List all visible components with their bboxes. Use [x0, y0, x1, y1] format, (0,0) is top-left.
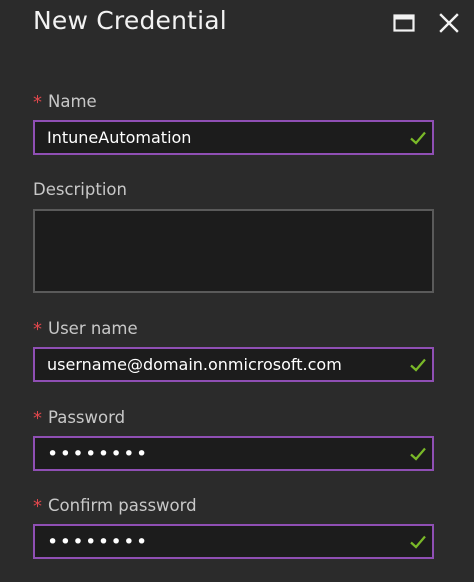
username-field[interactable] — [33, 347, 434, 382]
name-label: * Name — [33, 91, 97, 113]
description-input[interactable] — [35, 211, 432, 291]
new-credential-blade: New Credential * Name Description * User n… — [0, 0, 474, 582]
username-label: * User name — [33, 318, 138, 340]
required-asterisk: * — [33, 496, 42, 517]
maximize-button[interactable] — [391, 10, 417, 36]
confirm-password-label: * Confirm password — [33, 495, 197, 517]
password-label-text: Password — [48, 408, 126, 427]
checkmark-icon — [410, 535, 426, 549]
close-button[interactable] — [436, 10, 462, 36]
maximize-icon — [393, 14, 415, 32]
confirm-password-field[interactable]: •••••••• — [33, 524, 434, 559]
description-label: Description — [33, 180, 127, 199]
confirm-password-label-text: Confirm password — [48, 496, 197, 515]
username-input[interactable] — [35, 349, 432, 380]
username-label-text: User name — [48, 319, 138, 338]
name-field[interactable] — [33, 120, 434, 155]
close-icon — [439, 13, 459, 33]
confirm-password-masked-value: •••••••• — [47, 530, 149, 553]
required-asterisk: * — [33, 408, 42, 429]
description-field[interactable] — [33, 209, 434, 293]
checkmark-icon — [410, 131, 426, 145]
checkmark-icon — [410, 358, 426, 372]
name-label-text: Name — [48, 92, 97, 111]
password-field[interactable]: •••••••• — [33, 436, 434, 471]
required-asterisk: * — [33, 319, 42, 340]
checkmark-icon — [410, 447, 426, 461]
name-input[interactable] — [35, 122, 432, 153]
password-masked-value: •••••••• — [47, 442, 149, 465]
required-asterisk: * — [33, 92, 42, 113]
blade-title: New Credential — [33, 6, 227, 35]
password-label: * Password — [33, 407, 126, 429]
